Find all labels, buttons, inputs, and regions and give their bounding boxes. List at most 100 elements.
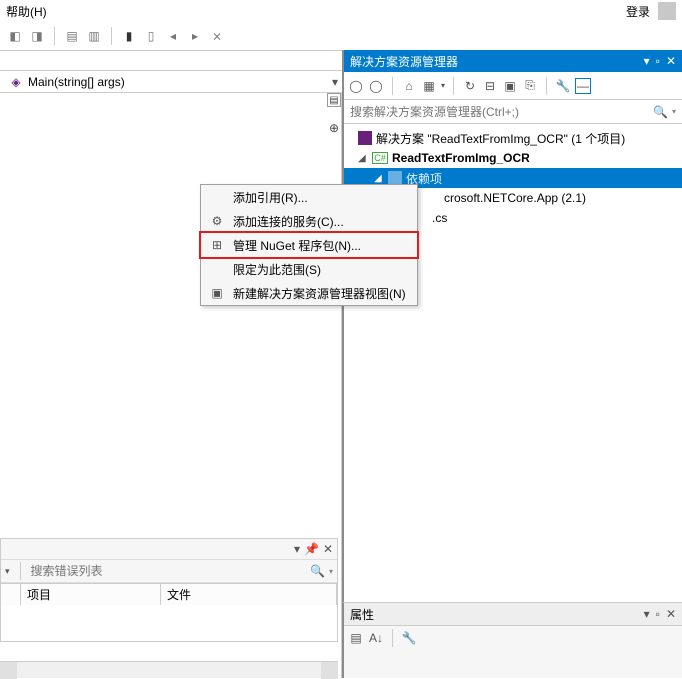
menu-bar: 帮助(H) 登录	[0, 0, 682, 22]
alphabetical-icon[interactable]: A↓	[368, 630, 384, 646]
separator	[111, 27, 112, 45]
error-col-file[interactable]: 文件	[161, 584, 337, 605]
solution-explorer-toolbar: ◯ ◯ ⌂ ▦ ▾ ↻ ⊟ ▣ ⎘ 🔧 —	[344, 72, 682, 100]
context-menu-label: 添加引用(R)...	[233, 189, 308, 206]
separator	[392, 77, 393, 95]
back-icon[interactable]: ◯	[348, 78, 364, 94]
solution-explorer-title: 解决方案资源管理器	[350, 53, 458, 70]
dependencies-icon	[388, 171, 402, 185]
chevron-down-icon[interactable]: ▾	[329, 567, 333, 576]
bookmark-clear-icon[interactable]: ⨯	[208, 27, 226, 45]
tree-expander-icon[interactable]: ◢	[374, 173, 384, 184]
error-list-panel: ▾ 📌 ✕ ▾ 🔍 ▾ 项目 文件	[0, 538, 338, 642]
uncomment-icon[interactable]: ▥	[85, 27, 103, 45]
cs-file-label: .cs	[432, 211, 447, 225]
pin-icon[interactable]: ▫	[656, 54, 660, 68]
context-menu: 添加引用(R)... ⚙ 添加连接的服务(C)... ⊞ 管理 NuGet 程序…	[200, 184, 418, 306]
dependency-label: crosoft.NETCore.App (2.1)	[444, 191, 586, 205]
copy-icon[interactable]: ⎘	[522, 78, 538, 94]
bookmark-next-icon[interactable]: ◂	[164, 27, 182, 45]
login-link[interactable]: 登录	[626, 3, 650, 20]
expand-icon[interactable]: ⊕	[327, 121, 341, 135]
window-icon: ▣	[209, 285, 225, 301]
forward-icon[interactable]: ◯	[368, 78, 384, 94]
error-col-project[interactable]: 项目	[21, 584, 161, 605]
separator	[546, 77, 547, 95]
solution-explorer-titlebar: 解决方案资源管理器 ▾ ▫ ✕	[344, 50, 682, 72]
properties-icon[interactable]: 🔧	[555, 78, 571, 94]
solution-label: 解决方案 "ReadTextFromImg_OCR" (1 个项目)	[376, 130, 625, 147]
solution-explorer-panel: 解决方案资源管理器 ▾ ▫ ✕ ◯ ◯ ⌂ ▦ ▾ ↻ ⊟ ▣ ⎘ 🔧 — 🔍	[342, 50, 682, 678]
search-icon[interactable]: 🔍	[653, 105, 668, 119]
code-nav-bar[interactable]: ◈ Main(string[] args) ▾	[0, 71, 342, 93]
filter-dropdown[interactable]: ▾	[5, 566, 10, 577]
search-icon[interactable]: 🔍	[310, 564, 325, 578]
chevron-down-icon[interactable]: ▾	[332, 75, 338, 89]
split-toggle-icon[interactable]: ▤	[327, 93, 341, 107]
context-menu-manage-nuget[interactable]: ⊞ 管理 NuGet 程序包(N)...	[201, 233, 417, 257]
search-input[interactable]	[350, 105, 653, 119]
blank-icon	[209, 189, 225, 205]
categorized-icon[interactable]: ▤	[348, 630, 364, 646]
gear-icon: ⚙	[209, 213, 225, 229]
bookmark-icon[interactable]: ▮	[120, 27, 138, 45]
properties-title: 属性	[350, 606, 374, 623]
pin-icon[interactable]: ▫	[656, 607, 660, 621]
main-toolbar: ◧ ◨ ▤ ▥ ▮ ▯ ◂ ▸ ⨯	[0, 22, 682, 50]
indent-icon[interactable]: ◧	[6, 27, 24, 45]
error-list-columns: 项目 文件	[1, 583, 337, 605]
context-menu-label: 添加连接的服务(C)...	[233, 213, 344, 230]
tree-row-project[interactable]: ◢ C# ReadTextFromImg_OCR	[344, 148, 682, 168]
pin-icon[interactable]: 📌	[304, 542, 319, 556]
dropdown-icon[interactable]: ▾	[644, 54, 650, 68]
bookmark-prev-icon[interactable]: ▯	[142, 27, 160, 45]
dropdown-icon[interactable]: ▾	[644, 607, 650, 621]
separator	[453, 77, 454, 95]
blank-icon	[209, 261, 225, 277]
properties-panel: 属性 ▾ ▫ ✕ ▤ A↓ 🔧	[342, 602, 682, 678]
collapse-icon[interactable]: ⊟	[482, 78, 498, 94]
error-list-body[interactable]	[1, 605, 337, 641]
context-menu-label: 限定为此范围(S)	[233, 261, 321, 278]
csharp-project-icon: C#	[372, 152, 388, 164]
solution-explorer-search[interactable]: 🔍 ▾	[344, 100, 682, 124]
show-all-icon[interactable]: ▣	[502, 78, 518, 94]
tree-expander-icon[interactable]: ◢	[358, 153, 368, 164]
preview-icon[interactable]: —	[575, 78, 591, 94]
error-col-icon[interactable]	[1, 584, 21, 605]
home-icon[interactable]: ⌂	[401, 78, 417, 94]
close-icon[interactable]: ✕	[323, 542, 333, 556]
sync-icon[interactable]: ▦	[421, 78, 437, 94]
context-menu-add-connected-service[interactable]: ⚙ 添加连接的服务(C)...	[201, 209, 417, 233]
comment-icon[interactable]: ▤	[63, 27, 81, 45]
close-icon[interactable]: ✕	[666, 607, 676, 621]
context-menu-label: 新建解决方案资源管理器视图(N)	[233, 285, 406, 302]
property-pages-icon[interactable]: 🔧	[401, 630, 417, 646]
method-icon: ◈	[8, 74, 24, 90]
horizontal-scrollbar[interactable]	[0, 661, 338, 678]
close-icon[interactable]: ✕	[666, 54, 676, 68]
method-signature-label: Main(string[] args)	[28, 75, 125, 89]
context-menu-scope-to-this[interactable]: 限定为此范围(S)	[201, 257, 417, 281]
editor-tabs[interactable]	[0, 51, 342, 71]
chevron-down-icon[interactable]: ▾	[441, 81, 445, 90]
context-menu-add-reference[interactable]: 添加引用(R)...	[201, 185, 417, 209]
user-avatar-icon[interactable]	[658, 2, 676, 20]
menu-help[interactable]: 帮助(H)	[6, 3, 47, 20]
solution-icon	[358, 131, 372, 145]
separator	[54, 27, 55, 45]
tree-row-solution[interactable]: 解决方案 "ReadTextFromImg_OCR" (1 个项目)	[344, 128, 682, 148]
nuget-icon: ⊞	[209, 237, 225, 253]
separator	[392, 629, 393, 647]
dropdown-icon[interactable]: ▾	[294, 542, 300, 556]
refresh-icon[interactable]: ↻	[462, 78, 478, 94]
properties-titlebar: 属性 ▾ ▫ ✕	[344, 603, 682, 625]
context-menu-label: 管理 NuGet 程序包(N)...	[233, 237, 361, 254]
chevron-down-icon[interactable]: ▾	[672, 107, 676, 116]
outdent-icon[interactable]: ◨	[28, 27, 46, 45]
separator	[20, 562, 21, 580]
bookmark-nav-icon[interactable]: ▸	[186, 27, 204, 45]
error-search-input[interactable]	[31, 564, 307, 578]
context-menu-new-view[interactable]: ▣ 新建解决方案资源管理器视图(N)	[201, 281, 417, 305]
properties-toolbar: ▤ A↓ 🔧	[344, 625, 682, 649]
